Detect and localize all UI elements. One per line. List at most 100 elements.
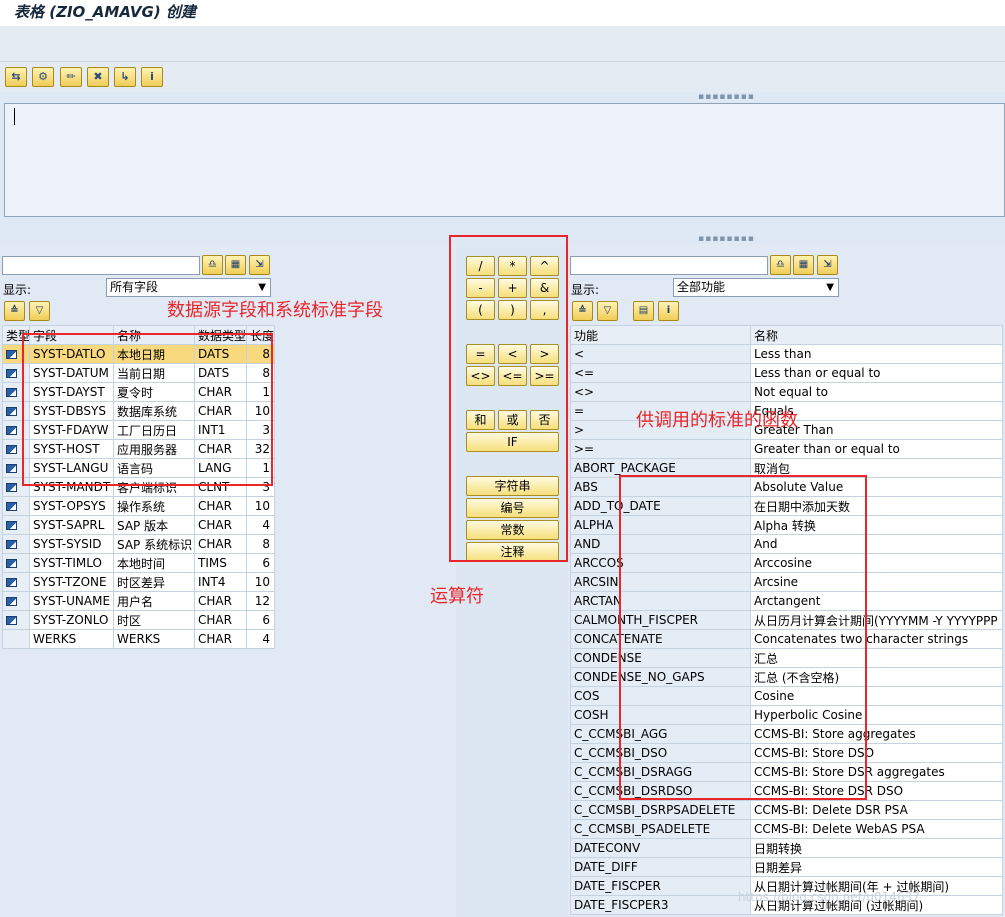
watermark: https://blog.csdn.net/u014637 (738, 890, 920, 904)
type-cell (2, 572, 30, 592)
check-icon[interactable]: ↳ (114, 67, 136, 87)
datatype-cell: CHAR (194, 591, 247, 611)
field-cell: SYST-SAPRL (29, 515, 114, 535)
grid-icon[interactable]: ▦ (225, 255, 246, 275)
title-bar: 表格 (ZIO_AMAVG) 创建 (0, 0, 1005, 26)
length-cell: 12 (246, 591, 275, 611)
datatype-cell: TIMS (194, 553, 247, 573)
filter-icon[interactable]: ▽ (597, 301, 618, 321)
function-cell: <> (570, 382, 751, 402)
datatype-cell: CHAR (194, 534, 247, 554)
find-next-icon[interactable]: ⇲ (249, 255, 270, 275)
type-cell (2, 610, 30, 630)
field-cell: SYST-UNAME (29, 591, 114, 611)
field-type-icon (6, 502, 17, 511)
field-type-icon (6, 521, 17, 530)
left-filter-select[interactable]: 所有字段 ▼ (106, 278, 271, 297)
splitter-grip-middle[interactable]: ▪▪▪▪▪▪▪▪ (698, 234, 755, 244)
trash-icon[interactable]: ✖ (87, 67, 109, 87)
description-cell: CCMS-BI: Delete WebAS PSA (750, 819, 1003, 839)
table-row[interactable]: SYST-SYSID SAP 系统标识 CHAR 8 (2, 534, 275, 554)
splitter-grip-top[interactable]: ▪▪▪▪▪▪▪▪ (698, 92, 755, 102)
field-search-input[interactable] (2, 256, 200, 275)
table-row[interactable]: C_CCMSBI_DSRPSADELETE CCMS-BI: Delete DSR… (570, 800, 1003, 820)
description-cell: CCMS-BI: Delete DSR PSA (750, 800, 1003, 820)
field-type-icon (6, 483, 17, 492)
name-cell: 本地时间 (113, 553, 195, 573)
name-cell: WERKS (113, 629, 195, 649)
function-cell: <= (570, 363, 751, 383)
operators-annotation: 运算符 (430, 586, 484, 607)
field-type-icon (6, 445, 17, 454)
function-cell: DATE_FISCPER (570, 876, 751, 896)
sort-ascending-icon[interactable]: ≙ (4, 301, 25, 321)
function-cell: C_CCMSBI_PSADELETE (570, 819, 751, 839)
length-cell: 4 (246, 515, 275, 535)
function-cell: DATECONV (570, 838, 751, 858)
find-icon[interactable]: ♎ (770, 255, 791, 275)
description-cell: Less than or equal to (750, 363, 1003, 383)
field-type-icon (6, 388, 17, 397)
column-header-function[interactable]: 功能 (570, 325, 751, 345)
field-cell: SYST-TZONE (29, 572, 114, 592)
datatype-cell: INT4 (194, 572, 247, 592)
fields-highlight-box (22, 333, 273, 486)
formula-editor[interactable] (4, 103, 1005, 217)
fields-annotation: 数据源字段和系统标准字段 (167, 300, 383, 321)
field-type-icon (6, 464, 17, 473)
table-row[interactable]: >= Greater than or equal to (570, 439, 1003, 459)
table-row[interactable]: WERKS WERKS CHAR 4 (2, 629, 275, 649)
info-icon[interactable]: i (658, 301, 679, 321)
chevron-down-icon: ▼ (258, 282, 266, 293)
function-cell: >= (570, 439, 751, 459)
left-filter-value: 所有字段 (110, 280, 159, 294)
description-cell: Greater than or equal to (750, 439, 1003, 459)
table-row[interactable]: SYST-TZONE 时区差异 INT4 10 (2, 572, 275, 592)
field-type-icon (6, 578, 17, 587)
left-show-label: 显示: (3, 283, 32, 297)
table-row[interactable]: SYST-TIMLO 本地时间 TIMS 6 (2, 553, 275, 573)
field-type-icon (6, 540, 17, 549)
function-search-input[interactable] (570, 256, 768, 275)
grid-icon[interactable]: ▦ (793, 255, 814, 275)
pencil-icon[interactable]: ✏ (60, 67, 82, 87)
table-row[interactable]: DATE_DIFF 日期差异 (570, 857, 1003, 877)
table-row[interactable]: < Less than (570, 344, 1003, 364)
right-filter-select[interactable]: 全部功能 ▼ (673, 278, 839, 297)
filter-icon[interactable]: ▽ (29, 301, 50, 321)
type-cell (2, 629, 30, 649)
description-cell: 日期转换 (750, 838, 1003, 858)
sort-ascending-icon[interactable]: ≙ (572, 301, 593, 321)
table-row[interactable]: <= Less than or equal to (570, 363, 1003, 383)
table-row[interactable]: DATECONV 日期转换 (570, 838, 1003, 858)
field-type-icon (6, 369, 17, 378)
length-cell: 8 (246, 534, 275, 554)
table-row[interactable]: SYST-SAPRL SAP 版本 CHAR 4 (2, 515, 275, 535)
table-row[interactable]: SYST-ZONLO 时区 CHAR 6 (2, 610, 275, 630)
tools-icon[interactable]: ⚙ (32, 67, 54, 87)
field-type-icon (6, 597, 17, 606)
text-caret (14, 108, 15, 125)
table-row[interactable]: C_CCMSBI_PSADELETE CCMS-BI: Delete WebAS … (570, 819, 1003, 839)
table-row[interactable]: SYST-OPSYS 操作系统 CHAR 10 (2, 496, 275, 516)
function-cell: DATE_DIFF (570, 857, 751, 877)
operators-highlight-box (449, 235, 568, 562)
field-type-icon (6, 350, 17, 359)
name-cell: 时区 (113, 610, 195, 630)
field-type-icon (6, 426, 17, 435)
find-icon[interactable]: ♎ (202, 255, 223, 275)
type-cell (2, 534, 30, 554)
switch-icon[interactable]: ⇆ (5, 67, 27, 87)
name-cell: SAP 版本 (113, 515, 195, 535)
column-header-description[interactable]: 名称 (750, 325, 1003, 345)
find-next-icon[interactable]: ⇲ (817, 255, 838, 275)
name-cell: 操作系统 (113, 496, 195, 516)
datatype-cell: CHAR (194, 610, 247, 630)
window-title: 表格 (ZIO_AMAVG) 创建 (14, 3, 196, 21)
info-icon[interactable]: i (141, 67, 163, 87)
datatype-cell: CHAR (194, 496, 247, 516)
length-cell: 10 (246, 572, 275, 592)
export-icon[interactable]: ▤ (633, 301, 654, 321)
table-row[interactable]: <> Not equal to (570, 382, 1003, 402)
table-row[interactable]: SYST-UNAME 用户名 CHAR 12 (2, 591, 275, 611)
